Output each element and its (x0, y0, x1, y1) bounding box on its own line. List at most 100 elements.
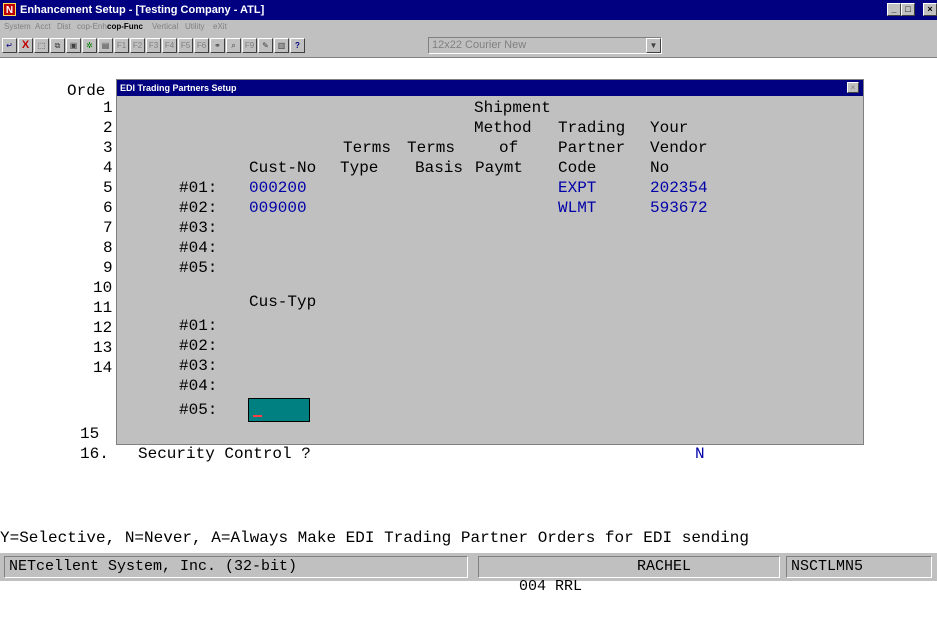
menu-bar: System Acct Dist cop-Enh cop-Func Vertic… (0, 20, 937, 34)
cust-no-field-02[interactable]: 009000 (249, 198, 307, 218)
header-vendor: Vendor (650, 139, 708, 157)
row-label-02: #02: (179, 199, 218, 217)
dialog-title: EDI Trading Partners Setup (117, 80, 863, 96)
line-number-16: 16. (80, 445, 109, 463)
minimize-button[interactable]: _ (887, 3, 901, 16)
f5-button[interactable]: F5 (178, 38, 193, 53)
return-icon[interactable]: ↵ (2, 38, 17, 53)
status-bar: NETcellent System, Inc. (32-bit) 004 RRL… (0, 553, 937, 595)
header-basis: Basis (415, 159, 464, 177)
header-method: Method (474, 119, 532, 137)
security-control-value[interactable]: N (695, 444, 705, 464)
zoom-icon[interactable]: ⌕ (226, 38, 241, 53)
text-cursor (253, 415, 262, 417)
status-program: NSCTLMN5 (786, 556, 932, 578)
line-number-6: 6 (103, 199, 113, 217)
cus-typ-label-01: #01: (179, 317, 218, 335)
maximize-button[interactable]: □ (901, 3, 915, 16)
title-bar: N Enhancement Setup - [Testing Company -… (0, 0, 937, 20)
line-number-1: 1 (103, 99, 113, 117)
header-partner: Partner (558, 139, 626, 157)
line-number-12: 12 (93, 319, 113, 337)
f6-button[interactable]: F6 (194, 38, 209, 53)
menu-vertical[interactable]: Vertical (152, 20, 178, 34)
row-label-05: #05: (179, 259, 218, 277)
paste-icon[interactable]: ▣ (66, 38, 81, 53)
header-no: No (650, 159, 670, 177)
line-number-11: 11 (93, 299, 113, 317)
cus-typ-label-02: #02: (179, 337, 218, 355)
menu-exit[interactable]: eXit (213, 20, 227, 34)
close-button[interactable]: × (923, 3, 937, 16)
header-of: of (499, 139, 519, 157)
header-terms-basis: Terms (407, 139, 456, 157)
header-terms-type: Terms (343, 139, 392, 157)
cus-typ-label-03: #03: (179, 357, 218, 375)
cust-no-field-01[interactable]: 000200 (249, 178, 307, 198)
hint-line: Y=Selective, N=Never, A=Always Make EDI … (0, 529, 749, 547)
menu-dist[interactable]: Dist (57, 20, 71, 34)
f4-button[interactable]: F4 (162, 38, 177, 53)
line-number-7: 7 (103, 219, 113, 237)
header-shipment: Shipment (474, 99, 551, 117)
menu-acct[interactable]: Acct (35, 20, 51, 34)
partner-code-field-02[interactable]: WLMT (558, 198, 596, 218)
row-label-01: #01: (179, 179, 218, 197)
f3-button[interactable]: F3 (146, 38, 161, 53)
status-company: NETcellent System, Inc. (32-bit) (4, 556, 468, 578)
cancel-x-icon[interactable]: X (18, 38, 33, 53)
edi-trading-partners-dialog: EDI Trading Partners Setup × 1 2 3 4 5 6… (93, 79, 864, 445)
cus-typ-label-04: #04: (179, 377, 218, 395)
cus-typ-header: Cus-Typ (249, 293, 317, 311)
edit-icon[interactable]: ✎ (258, 38, 273, 53)
f1-button[interactable]: F1 (114, 38, 129, 53)
partner-code-field-01[interactable]: EXPT (558, 178, 596, 198)
netcellent-n-icon[interactable]: N (3, 3, 16, 16)
header-cust-no: Cust-No (249, 159, 317, 177)
line-number-3: 3 (103, 139, 113, 157)
font-select-value: 12x22 Courier New (432, 39, 527, 51)
binoculars-icon[interactable]: ⚭ (210, 38, 225, 53)
toolbar: ↵ X ⬚ ⧉ ▣ ✲ ▤ F1 F2 F3 F4 F5 F6 ⚭ ⌕ F9 ✎… (0, 34, 937, 58)
vendor-no-field-01[interactable]: 202354 (650, 178, 708, 198)
header-type: Type (340, 159, 379, 177)
header-paymt: Paymt (475, 159, 524, 177)
copy-icon[interactable]: ⧉ (50, 38, 65, 53)
header-trading: Trading (558, 119, 626, 137)
settings-icon[interactable]: ✲ (82, 38, 97, 53)
field-label-orde: Orde (67, 82, 106, 100)
line-number-13: 13 (93, 339, 113, 357)
f9-button[interactable]: F9 (242, 38, 257, 53)
window-title: Enhancement Setup - [Testing Company - A… (20, 4, 265, 16)
menu-cop-enh[interactable]: cop-Enh (77, 20, 107, 34)
line-number-8: 8 (103, 239, 113, 257)
line-number-4: 4 (103, 159, 113, 177)
row-label-03: #03: (179, 219, 218, 237)
help-icon[interactable]: ? (290, 38, 305, 53)
font-select[interactable]: 12x22 Courier New ▼ (428, 37, 662, 54)
line-number-14: 14 (93, 359, 113, 377)
security-control-label: Security Control ? (138, 445, 311, 463)
line-number-2: 2 (103, 119, 113, 137)
line-number-9: 9 (103, 259, 113, 277)
status-user: RACHEL (637, 558, 692, 575)
f2-button[interactable]: F2 (130, 38, 145, 53)
document-icon[interactable]: ▤ (98, 38, 113, 53)
cus-typ-label-05: #05: (179, 401, 218, 419)
header-code: Code (558, 159, 597, 177)
menu-cop-func[interactable]: cop-Func (107, 20, 143, 34)
row-label-04: #04: (179, 239, 218, 257)
cus-typ-input-05[interactable] (248, 398, 310, 422)
menu-utility[interactable]: Utility (185, 20, 205, 34)
select-icon[interactable]: ⬚ (34, 38, 49, 53)
header-your: Your (650, 119, 689, 137)
vendor-no-field-02[interactable]: 593672 (650, 198, 708, 218)
line-number-5: 5 (103, 179, 113, 197)
book-icon[interactable]: ▥ (274, 38, 289, 53)
close-icon[interactable]: × (847, 82, 859, 93)
line-number-10: 10 (93, 279, 113, 297)
line-number-15: 15 (80, 425, 100, 443)
menu-system[interactable]: System (4, 20, 31, 34)
chevron-down-icon[interactable]: ▼ (646, 38, 661, 53)
status-code: 004 RRL RACHEL (478, 556, 780, 595)
